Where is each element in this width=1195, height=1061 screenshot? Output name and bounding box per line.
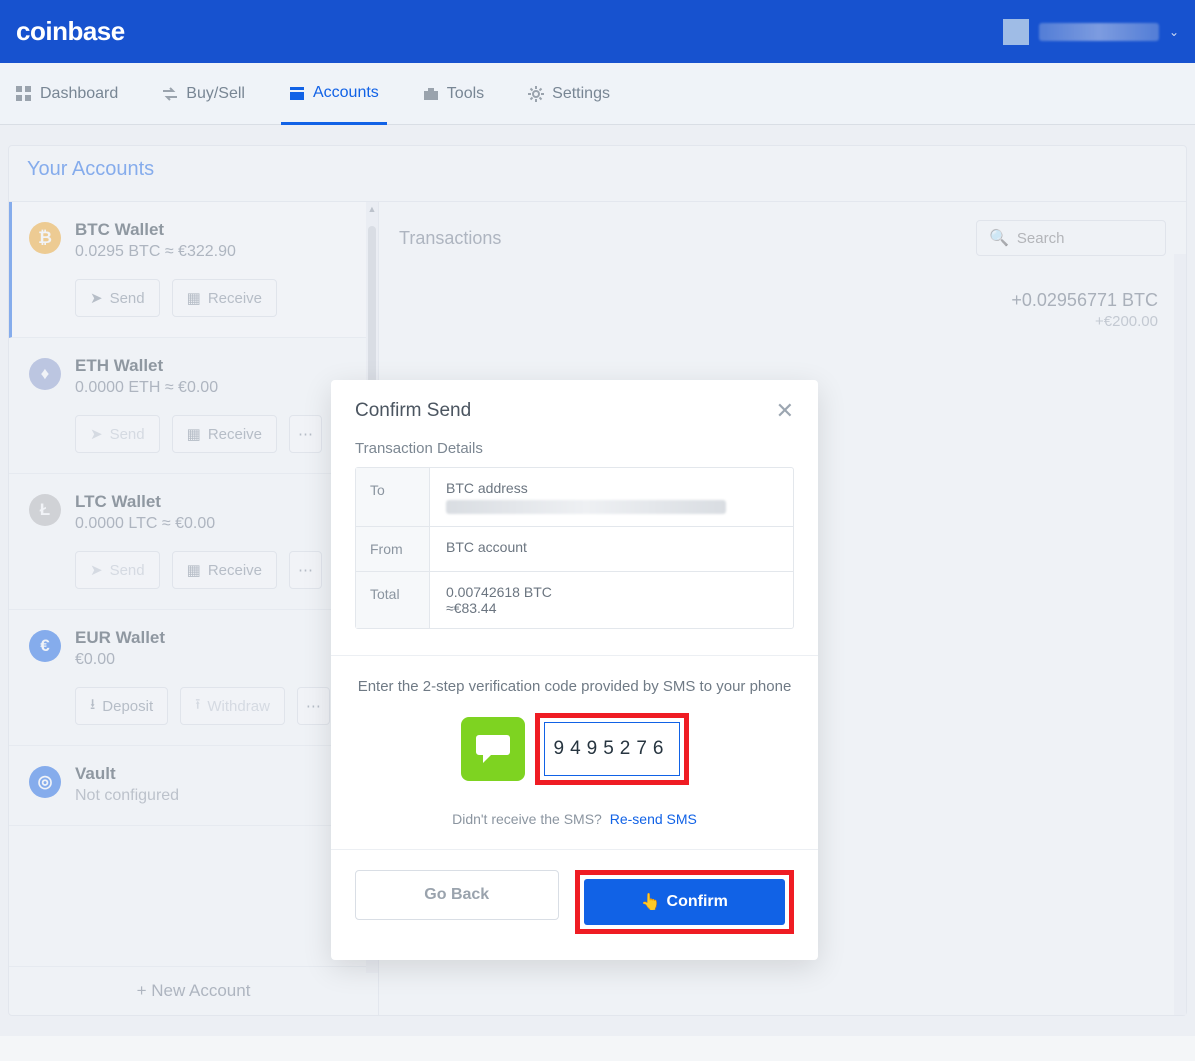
close-icon: ✕	[776, 398, 794, 423]
wallet-icon	[289, 85, 305, 101]
detail-total-fiat: ≈€83.44	[446, 600, 777, 616]
dashboard-icon	[16, 86, 32, 102]
transfer-icon	[162, 86, 178, 102]
detail-total-key: Total	[356, 572, 430, 628]
btc-address-redacted	[446, 500, 726, 514]
brand-logo: coinbase	[16, 16, 125, 47]
detail-from-key: From	[356, 527, 430, 571]
briefcase-icon	[423, 86, 439, 102]
verification-code-highlight	[535, 713, 689, 785]
sms-icon	[461, 717, 525, 781]
user-menu[interactable]: ⌄	[1003, 19, 1179, 45]
detail-row-from: From BTC account	[356, 527, 793, 572]
user-name-redacted	[1039, 23, 1159, 41]
nav-dashboard[interactable]: Dashboard	[8, 63, 126, 124]
nav-settings-label: Settings	[552, 85, 610, 103]
confirm-label: Confirm	[667, 893, 728, 911]
detail-total-btc: 0.00742618 BTC	[446, 584, 777, 600]
nav-accounts-label: Accounts	[313, 84, 379, 102]
detail-from-val: BTC account	[430, 527, 793, 571]
resend-question: Didn't receive the SMS?	[452, 811, 602, 827]
nav-accounts[interactable]: Accounts	[281, 64, 387, 125]
modal-title: Confirm Send	[355, 400, 471, 422]
confirm-button[interactable]: 👆 Confirm	[584, 879, 786, 925]
confirm-send-modal: Confirm Send ✕ Transaction Details To BT…	[331, 380, 818, 960]
detail-to-label: BTC address	[446, 480, 777, 496]
resend-sms-link[interactable]: Re-send SMS	[610, 811, 697, 827]
transaction-details-table: To BTC address From BTC account Total 0.…	[355, 467, 794, 629]
top-header: coinbase ⌄	[0, 0, 1195, 63]
modal-close-button[interactable]: ✕	[776, 398, 794, 424]
go-back-button[interactable]: Go Back	[355, 870, 559, 920]
nav-dashboard-label: Dashboard	[40, 85, 118, 103]
user-avatar	[1003, 19, 1029, 45]
gear-icon	[528, 86, 544, 102]
nav-buysell[interactable]: Buy/Sell	[154, 63, 253, 124]
main-nav: Dashboard Buy/Sell Accounts Tools Settin…	[0, 63, 1195, 125]
detail-row-to: To BTC address	[356, 468, 793, 527]
transaction-details-label: Transaction Details	[331, 440, 818, 467]
main-content: Your Accounts ▲ ₿ BTC Wallet 0.0295 BTC …	[0, 125, 1195, 1036]
confirm-button-highlight: 👆 Confirm	[575, 870, 795, 934]
nav-buysell-label: Buy/Sell	[186, 85, 245, 103]
detail-row-total: Total 0.00742618 BTC ≈€83.44	[356, 572, 793, 628]
nav-tools[interactable]: Tools	[415, 63, 492, 124]
nav-settings[interactable]: Settings	[520, 63, 618, 124]
chevron-down-icon: ⌄	[1169, 25, 1179, 39]
verification-code-input[interactable]	[544, 722, 680, 776]
detail-to-key: To	[356, 468, 430, 526]
verification-instructions: Enter the 2-step verification code provi…	[331, 656, 818, 713]
cursor-pointer-icon: 👆	[641, 892, 661, 912]
nav-tools-label: Tools	[447, 85, 484, 103]
